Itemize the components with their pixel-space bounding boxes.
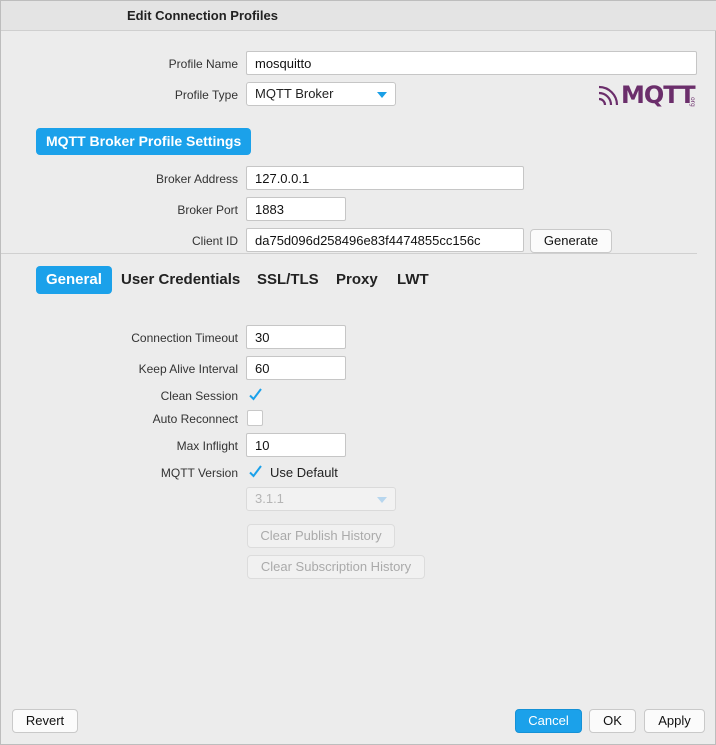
chevron-down-icon: [377, 497, 387, 503]
auto-reconnect-checkbox[interactable]: [247, 410, 263, 426]
mqtt-version-label: MQTT Version: [160, 466, 238, 480]
keep-alive-input[interactable]: [246, 356, 346, 380]
connection-timeout-label: Connection Timeout: [131, 331, 238, 345]
tab-proxy[interactable]: Proxy: [336, 266, 378, 294]
profile-type-label: Profile Type: [174, 88, 238, 102]
checkmark-icon: [249, 465, 262, 478]
window-title: Edit Connection Profiles: [127, 8, 278, 23]
use-default-label: Use Default: [270, 465, 338, 480]
keep-alive-label: Keep Alive Interval: [138, 362, 238, 376]
connection-timeout-input[interactable]: [246, 325, 346, 349]
profile-type-value: MQTT Broker: [255, 86, 334, 101]
cancel-button[interactable]: Cancel: [515, 709, 582, 733]
max-inflight-input[interactable]: [246, 433, 346, 457]
mqtt-logo-org: org: [689, 97, 696, 107]
title-bar: Edit Connection Profiles: [1, 1, 716, 31]
broker-address-input[interactable]: [246, 166, 524, 190]
apply-button[interactable]: Apply: [644, 709, 705, 733]
clear-subscription-history-button: Clear Subscription History: [247, 555, 425, 579]
use-default-checkbox[interactable]: [247, 464, 263, 480]
tab-lwt[interactable]: LWT: [397, 266, 429, 294]
broker-port-input[interactable]: [246, 197, 346, 221]
clean-session-checkbox[interactable]: [247, 387, 263, 403]
clean-session-label: Clean Session: [160, 389, 238, 403]
section-divider: [1, 253, 697, 254]
checkmark-icon: [249, 388, 262, 401]
edit-connection-profiles-dialog: Edit Connection Profiles Profile Name Pr…: [0, 0, 716, 745]
ok-button[interactable]: OK: [589, 709, 636, 733]
revert-button[interactable]: Revert: [12, 709, 78, 733]
profile-name-label: Profile Name: [168, 57, 238, 71]
client-id-label: Client ID: [191, 234, 238, 248]
mqtt-logo-text: MQTT: [621, 81, 696, 107]
mqtt-version-value: 3.1.1: [255, 491, 284, 506]
auto-reconnect-label: Auto Reconnect: [152, 412, 238, 426]
tab-general[interactable]: General: [36, 266, 112, 294]
tab-user-credentials[interactable]: User Credentials: [121, 266, 240, 294]
broker-address-label: Broker Address: [155, 172, 238, 186]
generate-button[interactable]: Generate: [530, 229, 612, 253]
max-inflight-label: Max Inflight: [176, 439, 238, 453]
chevron-down-icon: [377, 92, 387, 98]
profile-type-select[interactable]: MQTT Broker: [246, 82, 396, 106]
mqtt-version-select: 3.1.1: [246, 487, 396, 511]
mqtt-logo: MQTT org: [598, 81, 699, 109]
broker-port-label: Broker Port: [177, 203, 238, 217]
clear-publish-history-button: Clear Publish History: [247, 524, 395, 548]
profile-name-input[interactable]: [246, 51, 697, 75]
tab-ssl-tls[interactable]: SSL/TLS: [257, 266, 319, 294]
client-id-input[interactable]: [246, 228, 524, 252]
broker-settings-section-title: MQTT Broker Profile Settings: [36, 128, 252, 155]
